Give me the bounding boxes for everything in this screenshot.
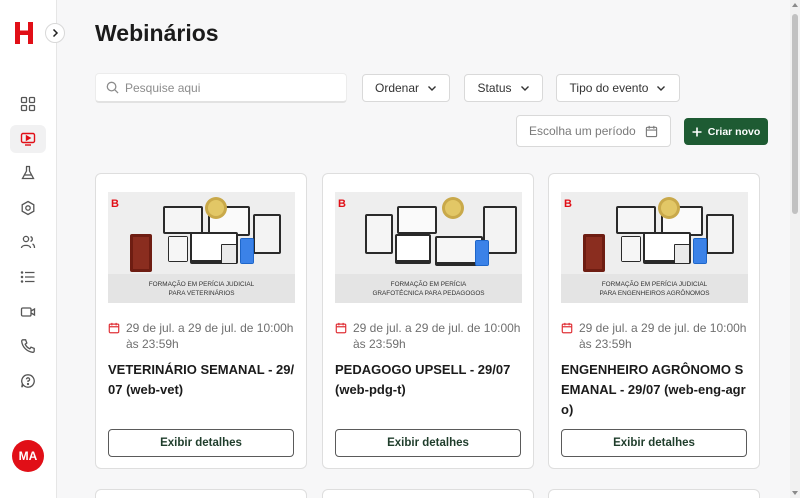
banner-line-1: FORMAÇÃO EM PERÍCIA JUDICIAL [149,279,255,288]
sidebar-item-users[interactable] [10,228,46,256]
event-date: 29 de jul. a 29 de jul. de 10:00h às 23:… [126,321,294,351]
calendar-icon [561,322,573,334]
event-date: 29 de jul. a 29 de jul. de 10:00h às 23:… [579,321,747,351]
sidebar-item-phone[interactable] [10,332,46,360]
sidebar-item-list[interactable] [10,263,46,291]
webinar-card: B FORMAÇÃO EM PERÍCIA JUDICIAL PARA VETE… [95,173,307,469]
webinar-card-partial [322,489,534,498]
banner-line-2: PARA ENGENHEIROS AGRÔNOMOS [600,288,710,297]
sidebar-toggle-button[interactable] [45,23,65,43]
main-content: Webinários Ordenar Status Tipo do evento… [57,0,790,498]
banner-line-2: GRAFOTÉCNICA PARA PEDAGOGOS [372,288,484,297]
users-icon [20,235,36,249]
event-date: 29 de jul. a 29 de jul. de 10:00h às 23:… [353,321,521,351]
webinar-banner-image[interactable]: B FORMAÇÃO EM PERÍCIA JUDICIAL PARA ENGE… [561,192,748,303]
svg-text:B: B [564,198,572,210]
status-label: Status [477,81,512,95]
video-icon [20,307,36,317]
webinar-banner-image[interactable]: B FORMAÇÃO EM PERÍCIA GRAFOTÉCNICA PARA … [335,192,522,303]
webinar-banner-image[interactable]: B FORMAÇÃO EM PERÍCIA JUDICIAL PARA VETE… [108,192,295,303]
list-icon [20,271,35,283]
view-details-button[interactable]: Exibir detalhes [335,429,521,457]
create-new-button[interactable]: Criar novo [684,118,768,145]
create-new-label: Criar novo [707,125,761,138]
flask-icon [21,165,35,180]
status-dropdown[interactable]: Status [464,74,543,102]
period-placeholder: Escolha um período [529,124,636,138]
scrollbar-thumb[interactable] [792,14,798,214]
chevron-right-icon [52,28,59,38]
hexagon-icon [21,200,35,216]
event-title: ENGENHEIRO AGRÔNOMO SEMANAL - 29/07 (web… [561,362,746,417]
banner-line-2: PARA VETERINÁRIOS [169,288,235,297]
sidebar-item-video[interactable] [10,298,46,326]
banner-line-1: FORMAÇÃO EM PERÍCIA [391,279,467,288]
svg-text:B: B [338,198,346,210]
event-type-dropdown[interactable]: Tipo do evento [556,74,680,102]
event-title: VETERINÁRIO SEMANAL - 29/07 (web-vet) [108,362,295,397]
view-details-button[interactable]: Exibir detalhes [108,429,294,457]
date-row: 29 de jul. a 29 de jul. de 10:00h às 23:… [561,320,749,352]
calendar-icon [645,125,658,137]
sidebar-item-lab[interactable] [10,159,46,187]
search-input[interactable] [125,80,325,95]
banner-line-1: FORMAÇÃO EM PERÍCIA JUDICIAL [602,279,708,288]
webinar-card-partial [548,489,760,498]
chat-help-icon [21,374,35,388]
webinar-card: B FORMAÇÃO EM PERÍCIA JUDICIAL PARA ENGE… [548,173,760,469]
page-scrollbar[interactable] [790,0,800,498]
webinar-icon [20,132,36,146]
search-box[interactable] [95,73,347,103]
sidebar-item-webinars[interactable] [10,125,46,153]
period-picker[interactable]: Escolha um período [516,115,671,147]
view-details-button[interactable]: Exibir detalhes [561,429,747,457]
brand-logo[interactable] [13,20,35,46]
user-avatar[interactable]: MA [12,440,44,472]
sidebar: MA [0,0,57,498]
chevron-down-icon [657,86,666,91]
sidebar-item-support[interactable] [10,367,46,395]
svg-text:B: B [111,198,119,210]
calendar-icon [335,322,347,334]
date-row: 29 de jul. a 29 de jul. de 10:00h às 23:… [108,320,296,352]
scroll-up-arrow[interactable] [792,3,798,7]
chevron-down-icon [428,86,437,91]
sidebar-item-settings[interactable] [10,194,46,222]
scroll-down-arrow[interactable] [792,491,798,495]
phone-icon [21,339,35,353]
plus-icon [692,127,702,136]
date-row: 29 de jul. a 29 de jul. de 10:00h às 23:… [335,320,523,352]
page-title: Webinários [95,20,219,46]
sidebar-item-dashboard[interactable] [10,90,46,118]
dashboard-icon [20,96,36,112]
webinar-card: B FORMAÇÃO EM PERÍCIA GRAFOTÉCNICA PARA … [322,173,534,469]
event-title: PEDAGOGO UPSELL - 29/07 (web-pdg-t) [335,362,511,397]
chevron-down-icon [520,86,529,91]
calendar-icon [108,322,120,334]
webinar-card-partial [95,489,307,498]
sort-dropdown[interactable]: Ordenar [362,74,450,102]
event-type-label: Tipo do evento [569,81,649,95]
search-icon [106,81,119,94]
sort-label: Ordenar [374,81,420,95]
